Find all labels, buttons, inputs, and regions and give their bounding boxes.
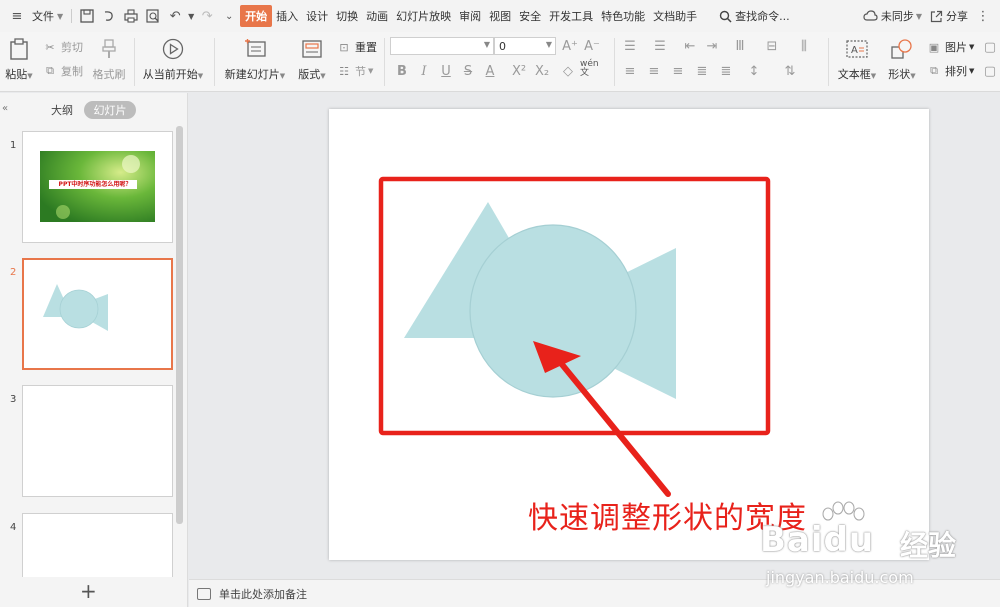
watermark-jingyan: 经验 <box>900 529 957 562</box>
baidu-jingyan-watermark: Baidu 经验 jingyan.baidu.com <box>760 498 995 598</box>
watermark-brand-text: Bai <box>760 520 824 560</box>
annotation-arrow-head <box>533 341 581 373</box>
watermark-url: jingyan.baidu.com <box>766 568 914 587</box>
annotation-arrow-shaft <box>557 359 671 497</box>
paw-icon <box>822 501 865 521</box>
annotation-highlight-box <box>378 176 771 436</box>
